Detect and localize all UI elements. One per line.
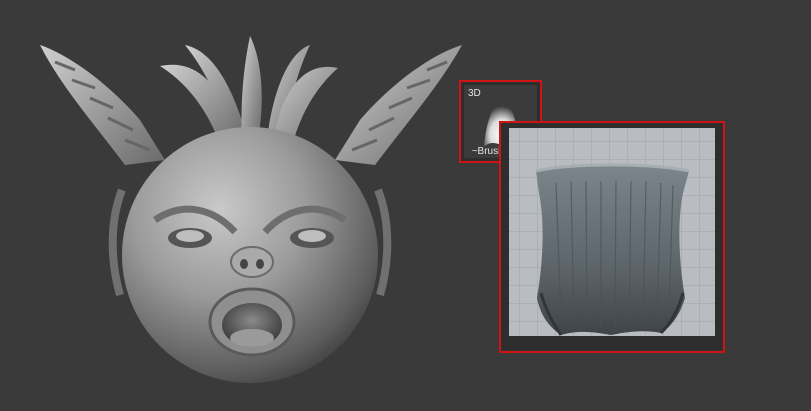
viewport[interactable]: 3D ~BrushAlpha — [0, 0, 811, 411]
snout — [230, 246, 274, 278]
thumbnail-3d-tag: 3D — [468, 88, 481, 99]
left-horn — [40, 45, 165, 165]
brush-alpha-preview[interactable] — [499, 121, 725, 353]
right-horn — [335, 45, 462, 165]
